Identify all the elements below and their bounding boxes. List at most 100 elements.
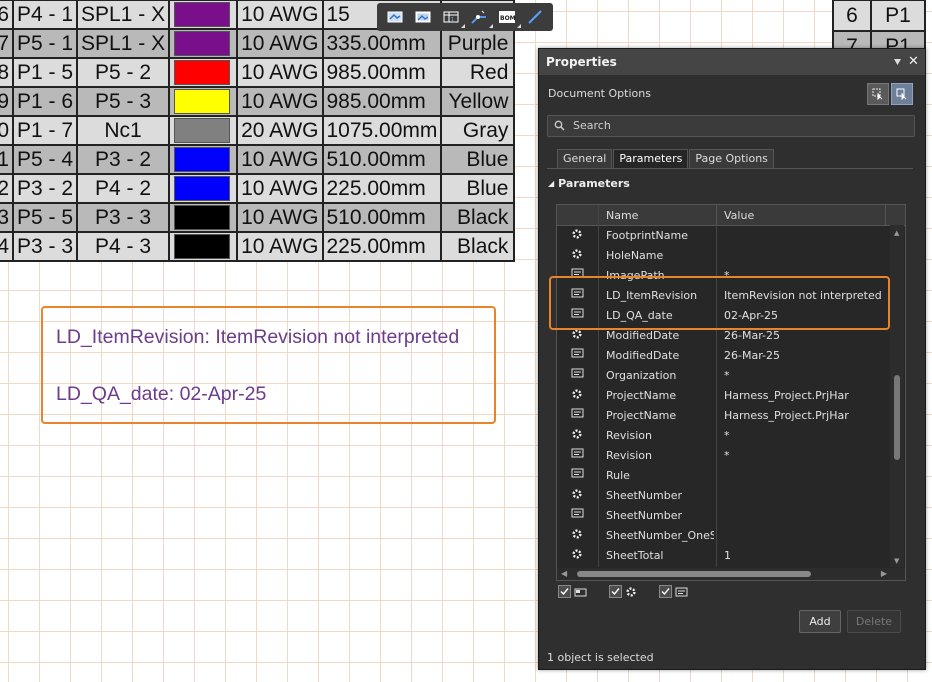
parameter-name[interactable]: SheetTotal [606,549,714,562]
card-icon [675,587,688,596]
parameter-row[interactable]: Revision * [557,445,887,465]
table-cell: 6 [832,0,872,32]
parameter-name[interactable]: Rule [606,469,714,482]
vertical-scrollbar[interactable]: ▲ ▼ [890,225,904,567]
pin-icon[interactable] [893,57,902,70]
wire-length: 335.00mm [321,28,443,59]
image-icon[interactable] [383,6,407,28]
table-icon[interactable]: 1 [439,6,465,28]
search-input[interactable]: Search [547,115,915,137]
horizontal-scrollbar[interactable]: ◀ ▶ [557,568,905,580]
parameter-row[interactable]: SheetNumber [557,505,887,525]
wire-gauge: 10 AWG [236,231,324,262]
wire-number: 12 [0,173,14,204]
parameter-row[interactable]: SheetNumber [557,485,887,505]
parameter-value[interactable]: * [724,429,884,442]
color-swatch [174,176,231,201]
table-row: 14P3 - 3P4 - 3 10 AWG225.00mm Black [0,231,516,262]
wire-from: P5 - 5 [11,202,79,233]
wire-from: P1 - 7 [11,115,79,146]
scroll-up-icon[interactable]: ▲ [894,229,899,237]
picture-icon[interactable] [411,6,435,28]
parameter-row[interactable]: SheetTotal 1 [557,545,887,565]
scroll-right-icon[interactable]: ▶ [881,569,887,578]
column-header-value[interactable]: Value [724,209,754,222]
svg-text:1: 1 [451,17,454,23]
color-swatch [174,234,231,259]
table-cell: P1 [870,0,926,32]
checkbox[interactable] [609,585,622,598]
filter-gear-params[interactable] [609,585,637,598]
filter-card-params[interactable] [558,585,587,598]
highlight-box [549,276,890,330]
wire-gauge: 10 AWG [236,86,324,117]
gear-icon [571,488,583,503]
wire-to: P3 - 3 [76,202,171,233]
parameter-name[interactable]: HoleName [606,249,714,262]
wire-from: P1 - 5 [11,57,79,88]
properties-panel: Properties ✕ Document Options Search Gen… [538,48,926,670]
checkbox[interactable] [558,585,571,598]
wire-length: 985.00mm [321,86,443,117]
parameter-value[interactable]: * [724,369,884,382]
wire-length: 1075.00mm [321,115,443,146]
parameter-value[interactable]: 26-Mar-25 [724,329,884,342]
parameter-row[interactable]: ProjectName Harness_Project.PrjHar [557,405,887,425]
gear-icon [571,428,583,443]
parameter-value[interactable]: 26-Mar-25 [724,349,884,362]
checkbox[interactable] [659,585,672,598]
wire-to: P5 - 2 [76,57,171,88]
parameter-name[interactable]: FootprintName [606,229,714,242]
close-icon[interactable]: ✕ [908,54,919,69]
tab-parameters[interactable]: Parameters [613,149,689,168]
parameter-note[interactable]: LD_ItemRevision: ItemRevision not interp… [41,306,496,424]
filter-project-params[interactable] [659,585,688,598]
wire-gauge: 10 AWG [236,202,324,233]
parameter-row[interactable]: ModifiedDate 26-Mar-25 [557,345,887,365]
scroll-down-icon[interactable]: ▼ [894,557,899,565]
wire-color-name-cell: Red [440,57,516,88]
wire-color-name: Black [457,205,509,229]
parameter-name[interactable]: ProjectName [606,389,714,402]
wire-color-name: Purple [447,31,509,55]
parameter-name[interactable]: Revision [606,449,714,462]
column-header-name[interactable]: Name [606,209,638,222]
wire-icon[interactable] [467,6,493,28]
parameter-row[interactable]: Rule [557,465,887,485]
scrollbar-thumb[interactable] [894,375,900,460]
parameter-name[interactable]: ProjectName [606,409,714,422]
tab-general[interactable]: General [557,149,613,168]
parameter-name[interactable]: SheetNumber_OneS [606,529,714,542]
parameter-row[interactable]: FootprintName [557,225,887,245]
parameter-row[interactable]: Revision * [557,425,887,445]
parameter-name[interactable]: Organization [606,369,714,382]
parameter-name[interactable]: SheetNumber [606,509,714,522]
parameter-value[interactable]: 1 [724,549,884,562]
parameter-row[interactable]: SheetNumber_OneS [557,525,887,545]
select-mask-icon[interactable] [891,83,913,105]
parameter-value[interactable]: Harness_Project.PrjHar [724,389,884,402]
wire-color-cell [168,86,239,117]
parameter-row[interactable]: Organization * [557,365,887,385]
select-filter-icon[interactable] [867,83,889,105]
bom-icon[interactable]: BOM [495,6,521,28]
scroll-left-icon[interactable]: ◀ [561,569,567,578]
parameter-value[interactable]: Harness_Project.PrjHar [724,409,884,422]
line-icon[interactable] [523,6,547,28]
add-button[interactable]: Add [799,610,841,633]
color-swatch [174,205,231,230]
tab-page-options[interactable]: Page Options [689,149,774,168]
scrollbar-thumb[interactable] [577,571,811,577]
wire-to: P3 - 2 [76,144,171,175]
parameter-name[interactable]: Revision [606,429,714,442]
parameter-name[interactable]: ModifiedDate [606,329,714,342]
parameter-row[interactable]: ProjectName Harness_Project.PrjHar [557,385,887,405]
parameter-name[interactable]: ModifiedDate [606,349,714,362]
wire-color-name: Red [469,60,509,84]
parameter-row[interactable]: HoleName [557,245,887,265]
parameter-value[interactable]: * [724,449,884,462]
delete-button[interactable]: Delete [847,610,901,633]
parameters-section-header[interactable]: ◢ Parameters [548,177,630,190]
parameter-name[interactable]: SheetNumber [606,489,714,502]
card-icon [571,468,584,482]
